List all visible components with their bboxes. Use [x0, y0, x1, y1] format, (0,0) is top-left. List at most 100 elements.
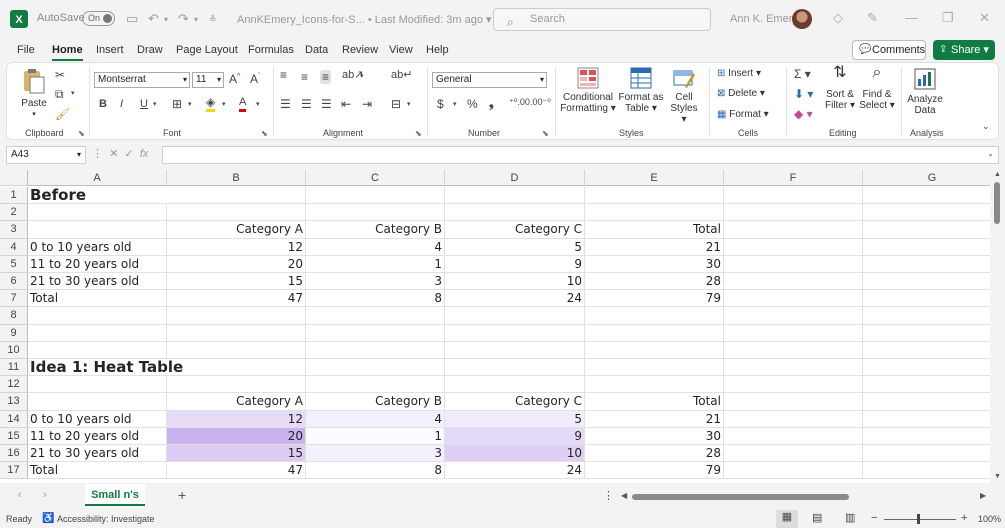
cell[interactable]: 47 [167, 462, 306, 480]
cell[interactable] [306, 187, 445, 205]
cell[interactable] [863, 324, 1002, 342]
cell[interactable] [445, 187, 585, 205]
tab-home[interactable]: Home [52, 44, 83, 61]
tab-formulas[interactable]: Formulas [248, 44, 294, 56]
cell[interactable] [445, 359, 585, 377]
cell[interactable] [306, 341, 445, 359]
column-header-b[interactable]: B [167, 170, 306, 186]
cell[interactable]: 21 to 30 years old [28, 273, 167, 291]
row-header[interactable]: 3 [0, 221, 28, 239]
column-header-g[interactable]: G [863, 170, 1002, 186]
borders-icon[interactable]: ⊞ [172, 97, 182, 111]
cell[interactable] [863, 255, 1002, 273]
cell[interactable] [28, 376, 167, 394]
find-select-button[interactable]: ⌕ Find & Select ▾ [859, 65, 895, 112]
align-bottom-icon[interactable]: ≡ [320, 70, 332, 84]
alignment-launcher-icon[interactable]: ⬊ [415, 129, 422, 138]
user-name[interactable]: Ann K. Emery [730, 13, 798, 25]
cell[interactable]: 15 [167, 445, 306, 463]
cell[interactable]: Category B [306, 221, 445, 239]
cell[interactable]: 3 [306, 273, 445, 291]
underline-dropdown-icon[interactable]: ▾ [153, 100, 157, 108]
scroll-right-icon[interactable]: ▶ [980, 491, 986, 500]
comma-icon[interactable]: ❟ [489, 96, 494, 111]
cell[interactable] [167, 187, 306, 205]
row-header[interactable]: 15 [0, 427, 28, 445]
search-input[interactable]: ⌕ Search [493, 8, 711, 31]
tab-draw[interactable]: Draw [137, 44, 163, 56]
row-header[interactable]: 7 [0, 290, 28, 308]
cell[interactable] [167, 307, 306, 325]
decrease-decimal-icon[interactable]: .00⁻⁰ [530, 97, 551, 108]
collapse-ribbon-icon[interactable]: ⌄ [982, 121, 990, 132]
bold-icon[interactable]: B [99, 98, 107, 110]
cell[interactable] [863, 393, 1002, 411]
copy-icon[interactable]: ⧉ [55, 87, 64, 102]
sort-filter-button[interactable]: ⇅ Sort & Filter ▾ [823, 65, 857, 112]
column-header-e[interactable]: E [585, 170, 724, 186]
cell[interactable] [306, 307, 445, 325]
cell[interactable] [863, 273, 1002, 291]
cell[interactable] [724, 204, 863, 222]
cell[interactable] [724, 359, 863, 377]
cell[interactable] [585, 341, 724, 359]
row-header[interactable]: 10 [0, 341, 28, 359]
cell[interactable] [445, 341, 585, 359]
font-color-dropdown-icon[interactable]: ▾ [256, 100, 260, 108]
cell[interactable]: Category A [167, 393, 306, 411]
normal-view-icon[interactable]: ▦ [776, 510, 798, 528]
cell[interactable] [724, 445, 863, 463]
font-name-select[interactable]: Montserrat ▾ [94, 72, 190, 88]
cell[interactable]: 20 [167, 255, 306, 273]
minimize-icon[interactable]: — [905, 10, 918, 25]
format-as-table-button[interactable]: Format as Table ▾ [617, 67, 665, 114]
cell[interactable] [724, 462, 863, 480]
sheet-tab-active[interactable]: Small n's [85, 484, 145, 506]
increase-indent-icon[interactable]: ⇥ [362, 97, 372, 111]
wrap-text-icon[interactable]: ab↵ [391, 68, 412, 81]
cell[interactable] [306, 204, 445, 222]
cell[interactable] [724, 238, 863, 256]
cell[interactable] [28, 341, 167, 359]
cell[interactable]: 47 [167, 290, 306, 308]
cut-icon[interactable]: ✂ [55, 68, 65, 82]
customize-qat-icon[interactable]: ≚ [209, 14, 217, 25]
cell-styles-button[interactable]: Cell Styles ▾ [667, 67, 701, 125]
comments-button[interactable]: 💬 Comments [852, 40, 926, 60]
cell[interactable] [724, 341, 863, 359]
cell[interactable]: 79 [585, 462, 724, 480]
decrease-indent-icon[interactable]: ⇤ [341, 97, 351, 111]
cell[interactable] [863, 221, 1002, 239]
align-top-icon[interactable]: ≡ [280, 68, 287, 82]
borders-dropdown-icon[interactable]: ▾ [188, 100, 192, 108]
cell[interactable] [863, 427, 1002, 445]
zoom-out-icon[interactable]: − [871, 512, 877, 524]
font-size-select[interactable]: 11 ▾ [192, 72, 224, 88]
format-cells-button[interactable]: ▦ Format ▾ [717, 109, 769, 120]
increase-font-icon[interactable]: A^ [229, 72, 240, 86]
expand-formula-icon[interactable]: ⌄ [987, 149, 994, 158]
cell[interactable]: Category C [445, 221, 585, 239]
scroll-up-icon[interactable]: ▲ [994, 171, 1001, 178]
column-header-f[interactable]: F [724, 170, 863, 186]
currency-icon[interactable]: $ [437, 97, 444, 111]
select-all-corner[interactable] [0, 170, 28, 186]
cell[interactable]: 1 [306, 255, 445, 273]
align-left-icon[interactable]: ☰ [280, 97, 291, 111]
copy-dropdown-icon[interactable]: ▾ [71, 89, 75, 97]
cell[interactable]: 12 [167, 238, 306, 256]
cell[interactable]: 79 [585, 290, 724, 308]
delete-cells-button[interactable]: ⊠ Delete ▾ [717, 88, 765, 99]
cell[interactable]: 5 [445, 410, 585, 428]
cell[interactable] [724, 221, 863, 239]
cell[interactable] [863, 307, 1002, 325]
row-header[interactable]: 9 [0, 324, 28, 342]
tab-review[interactable]: Review [342, 44, 378, 56]
cell[interactable] [585, 359, 724, 377]
cell[interactable]: 11 to 20 years old [28, 255, 167, 273]
zoom-slider[interactable] [884, 519, 956, 520]
cell[interactable] [863, 445, 1002, 463]
cell[interactable] [28, 324, 167, 342]
accessibility-status[interactable]: Accessibility: Investigate [57, 514, 155, 524]
cell[interactable] [863, 187, 1002, 205]
